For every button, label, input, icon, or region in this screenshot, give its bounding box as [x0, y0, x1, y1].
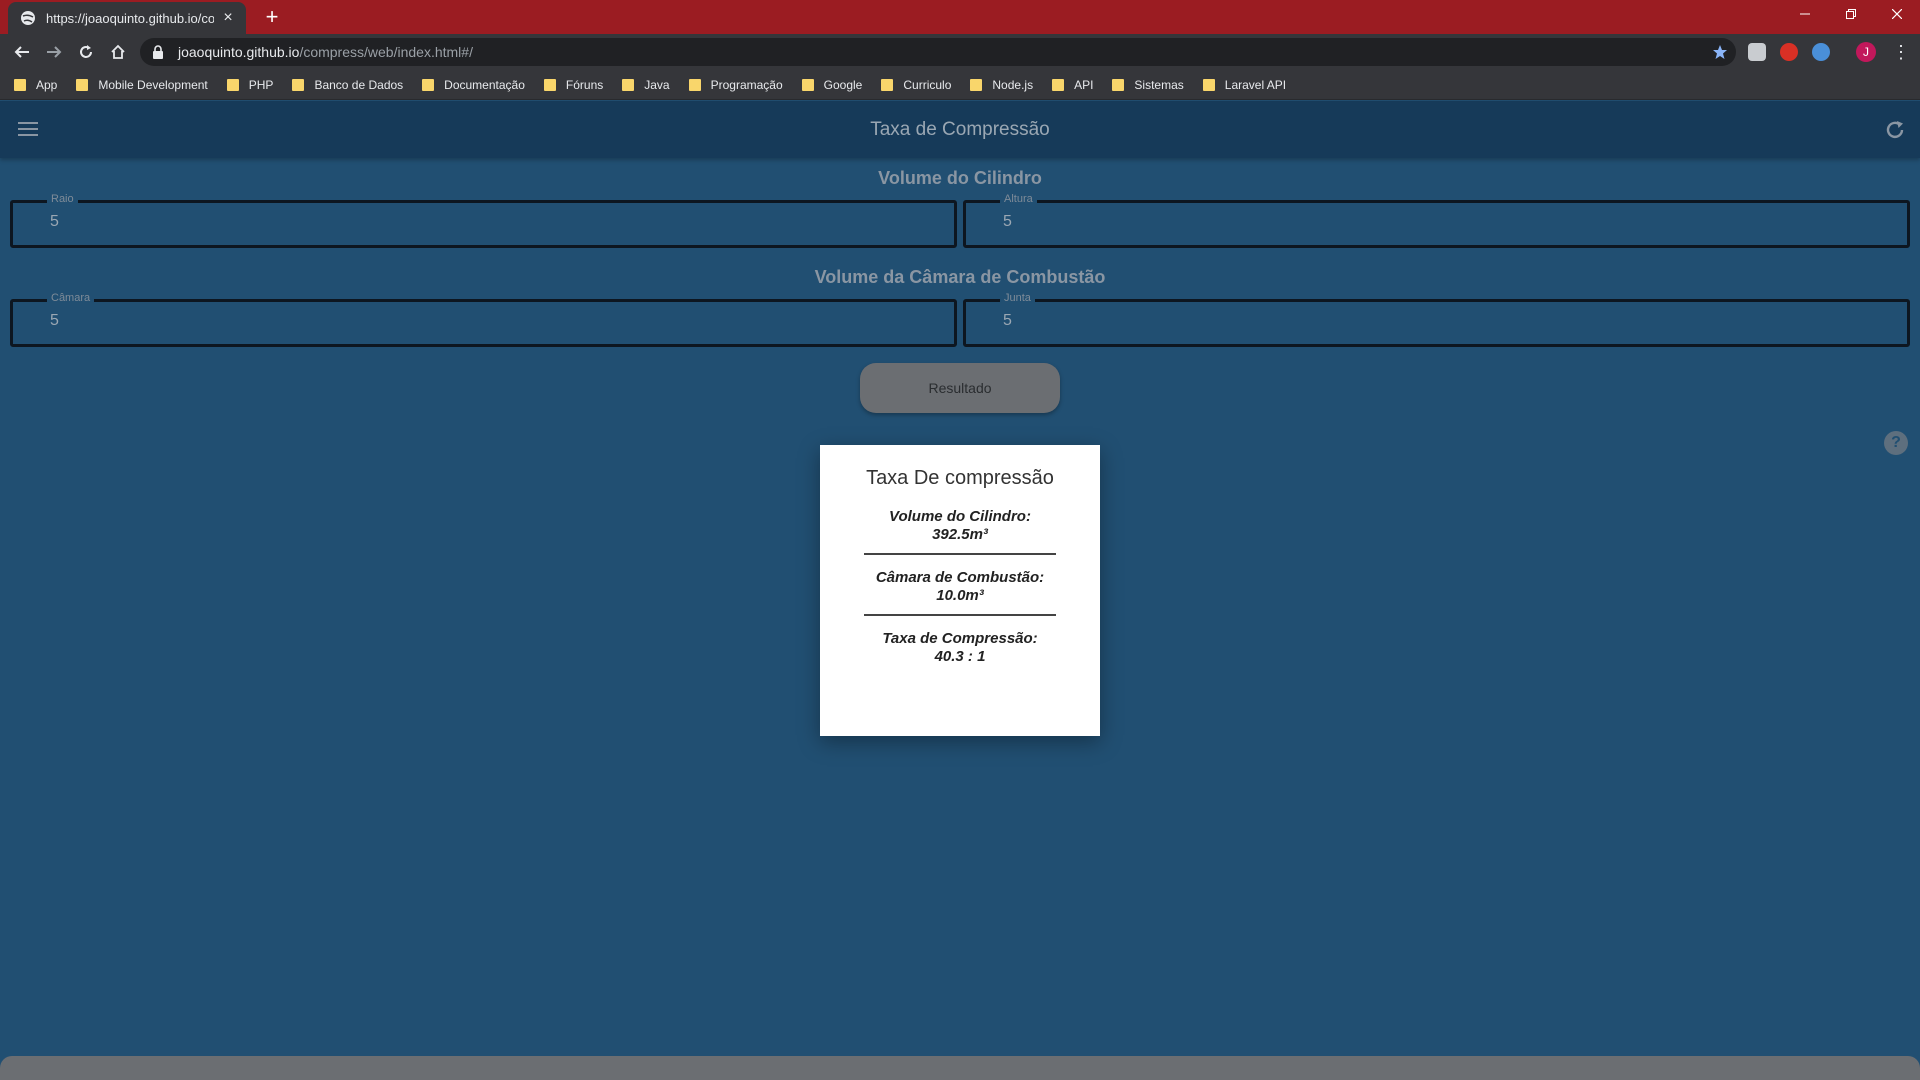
raio-field[interactable]: Raio [10, 192, 957, 248]
url-host: joaoquinto.github.io [178, 44, 300, 60]
bookmark-item[interactable]: PHP [226, 78, 273, 92]
divider [864, 614, 1056, 616]
camara-input[interactable] [50, 312, 750, 330]
camara-label: Câmara [47, 291, 95, 305]
folder-icon [76, 78, 89, 91]
junta-label: Junta [1000, 291, 1035, 305]
camara-field[interactable]: Câmara [10, 291, 957, 347]
extension-globe-icon[interactable] [1812, 43, 1830, 61]
close-window-button[interactable] [1874, 0, 1920, 30]
close-tab-icon[interactable]: × [220, 10, 236, 26]
junta-input[interactable] [1003, 312, 1703, 330]
minimize-icon [1800, 13, 1810, 15]
address-bar[interactable]: joaoquinto.github.io/compress/web/index.… [140, 38, 1736, 66]
tab-title: https://joaoquinto.github.io/com [46, 10, 214, 26]
reload-icon [80, 45, 92, 58]
divider [864, 553, 1056, 555]
folder-icon [1112, 78, 1125, 91]
chamber-section-title: Volume da Câmara de Combustão [814, 267, 1106, 287]
result-card-title: Taxa De compressão [866, 467, 1054, 489]
compression-ratio-label: Taxa de Compressão: [882, 630, 1038, 647]
chamber-volume-result: Câmara de Combustão: 10.0m³ [820, 569, 1100, 605]
lock-icon [153, 45, 163, 59]
forward-button[interactable] [40, 38, 68, 66]
bookmark-item[interactable]: Mobile Development [76, 78, 208, 92]
bookmark-item[interactable]: Banco de Dados [292, 78, 403, 92]
folder-icon [543, 78, 556, 91]
bookmark-item[interactable]: Laravel API [1202, 78, 1286, 92]
bookmark-item[interactable]: Sistemas [1112, 78, 1184, 92]
raio-label: Raio [47, 192, 78, 206]
junta-field[interactable]: Junta [963, 291, 1910, 347]
chamber-volume-label: Câmara de Combustão: [875, 569, 1045, 586]
folder-icon [801, 78, 814, 91]
arrow-right-icon [47, 46, 62, 58]
reload-button[interactable] [72, 38, 100, 66]
chamber-volume-value: 10.0m³ [936, 587, 984, 604]
close-icon [1891, 8, 1903, 20]
refresh-icon[interactable] [1884, 119, 1906, 141]
bookmark-item[interactable]: Programação [688, 78, 783, 92]
cylinder-volume-value: 392.5m³ [932, 526, 988, 543]
folder-icon [226, 78, 239, 91]
folder-icon [1202, 78, 1215, 91]
cylinder-volume-result: Volume do Cilindro: 392.5m³ [820, 508, 1100, 544]
bookmark-item[interactable]: App [14, 78, 57, 92]
url-path: /compress/web/index.html#/ [299, 44, 473, 60]
bookmark-item[interactable]: Curriculo [881, 78, 951, 92]
star-icon[interactable] [1712, 44, 1728, 60]
folder-icon [422, 78, 435, 91]
cylinder-volume-label: Volume do Cilindro: [889, 508, 1031, 525]
bookmark-item[interactable]: Documentação [422, 78, 525, 92]
app-header: Taxa de Compressão [0, 101, 1920, 158]
altura-label: Altura [1000, 192, 1037, 206]
bookmark-item[interactable]: Google [801, 78, 862, 92]
extension-red-icon[interactable] [1780, 43, 1798, 61]
altura-input[interactable] [1003, 213, 1703, 231]
profile-avatar[interactable]: J [1856, 42, 1876, 62]
folder-icon [292, 78, 305, 91]
bookmark-item[interactable]: Java [622, 78, 670, 92]
browser-toolbar: joaoquinto.github.io/compress/web/index.… [0, 34, 1920, 70]
folder-icon [970, 78, 983, 91]
arrow-left-icon [14, 46, 29, 58]
restore-icon [1846, 9, 1856, 19]
bookmark-item[interactable]: Fóruns [543, 78, 603, 92]
home-icon [111, 44, 125, 59]
restore-button[interactable] [1828, 0, 1874, 30]
folder-icon [688, 78, 701, 91]
globe-icon [21, 11, 35, 25]
extension-cube-icon[interactable] [1748, 43, 1766, 61]
cylinder-section-title: Volume do Cilindro [878, 168, 1042, 188]
folder-icon [881, 78, 894, 91]
minimize-button[interactable] [1782, 0, 1828, 30]
compression-ratio-value: 40.3 : 1 [934, 648, 986, 665]
altura-field[interactable]: Altura [963, 192, 1910, 248]
result-button[interactable]: Resultado [860, 363, 1060, 413]
new-tab-button[interactable]: + [258, 4, 286, 30]
bottom-bar [0, 1056, 1920, 1080]
folder-icon [1052, 78, 1065, 91]
browser-menu-icon[interactable]: ⋮ [1892, 40, 1910, 64]
result-card: Taxa De compressão Volume do Cilindro: 3… [820, 445, 1100, 736]
tab-strip: https://joaoquinto.github.io/com × + [0, 0, 1920, 34]
page-title: Taxa de Compressão [870, 119, 1050, 140]
help-icon[interactable]: ? [1884, 431, 1908, 455]
home-button[interactable] [104, 38, 132, 66]
folder-icon [622, 78, 635, 91]
bookmarks-bar: App Mobile Development PHP Banco de Dado… [0, 70, 1920, 100]
folder-icon [14, 78, 26, 91]
bookmark-item[interactable]: Node.js [970, 78, 1033, 92]
back-button[interactable] [8, 38, 36, 66]
raio-input[interactable] [50, 213, 750, 231]
browser-tab[interactable]: https://joaoquinto.github.io/com × [8, 2, 246, 34]
compression-ratio-result: Taxa de Compressão: 40.3 : 1 [820, 630, 1100, 666]
bookmark-item[interactable]: API [1052, 78, 1093, 92]
